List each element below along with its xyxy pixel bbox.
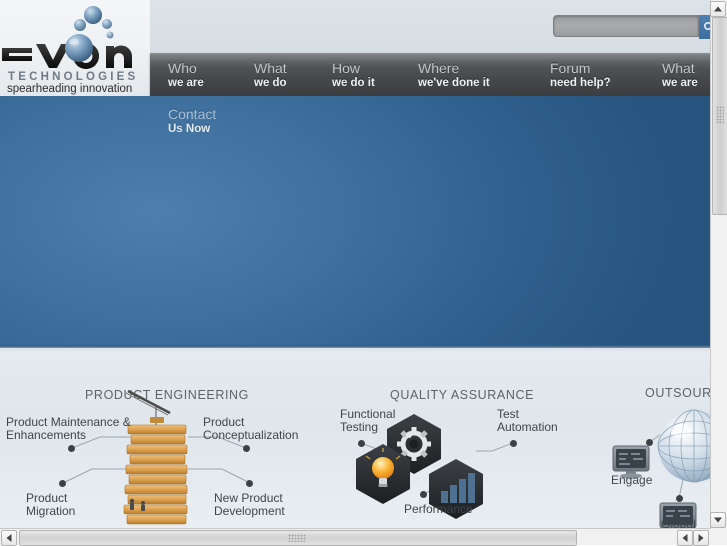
triangle-down-icon [714,518,722,523]
scrollbar-grip [288,534,306,542]
scroll-right-button[interactable] [693,530,709,546]
triangle-left-icon [683,534,688,542]
nav-item-what-1[interactable]: Whatwe do [254,54,287,90]
node-label-quality-assurance-1[interactable]: TestAutomation [497,408,558,434]
svg-text:spearheading innovation: spearheading innovation [7,83,132,95]
search-box [553,15,711,39]
nav-item-forum-4[interactable]: Forumneed help? [550,54,611,90]
node-label-product-engineering-3[interactable]: New ProductDevelopment [214,492,285,518]
node-label-outsourcing-0[interactable]: Engage [611,474,652,487]
site-logo[interactable]: TECHNOLOGIES spearheading innovation [0,0,150,97]
scroll-left-button[interactable] [1,530,17,546]
scrollbar-grip [716,106,724,124]
browser-viewport: TECHNOLOGIES spearheading innovation Who… [0,0,711,529]
node-dot-product-engineering-2 [59,480,66,487]
scroll-down-button[interactable] [710,512,726,528]
triangle-up-icon [714,7,722,12]
hero-banner: Contact Us Now [0,96,711,348]
search-input[interactable] [553,15,699,37]
triangle-left-icon [7,534,12,542]
scrollbar-corner [711,529,727,545]
node-dot-outsourcing-1 [676,495,683,502]
node-dot-quality-assurance-0 [358,440,365,447]
vertical-scrollbar[interactable] [710,0,727,529]
nav-item-label-top: What [662,61,698,76]
svg-text:TECHNOLOGIES: TECHNOLOGIES [8,71,138,83]
vertical-scrollbar-thumb[interactable] [712,17,727,215]
nav-item-label-top: Where [418,61,490,76]
services-infographic: PRODUCT ENGINEERING QUALITY ASSURANCE OU… [0,351,711,529]
node-label-quality-assurance-2[interactable]: Performance [404,503,473,516]
node-dot-quality-assurance-2 [420,491,427,498]
main-navigation: Whowe areWhatwe doHowwe do itWherewe've … [150,53,711,97]
node-dot-outsourcing-0 [646,439,653,446]
contact-label-top: Contact [168,106,216,122]
nav-item-label-top: Forum [550,61,611,76]
nav-item-where-3[interactable]: Wherewe've done it [418,54,490,90]
node-label-product-engineering-2[interactable]: ProductMigration [26,492,75,518]
node-label-product-engineering-1[interactable]: ProductConceptualization [203,416,298,442]
nav-item-label-top: How [332,61,375,76]
node-dot-quality-assurance-1 [510,440,517,447]
nav-item-label-bottom: we are [662,76,698,90]
contact-us-link[interactable]: Contact Us Now [168,106,216,136]
contact-label-bottom: Us Now [168,122,216,136]
nav-item-how-2[interactable]: Howwe do it [332,54,375,90]
node-label-quality-assurance-0[interactable]: FunctionalTesting [340,408,395,434]
triangle-right-icon [699,534,704,542]
node-label-product-engineering-0[interactable]: Product Maintenance &Enhancements [6,416,131,442]
scroll-up-button[interactable] [710,1,726,17]
nav-item-label-bottom: we do [254,76,287,90]
horizontal-scrollbar[interactable] [0,528,711,545]
node-dot-product-engineering-1 [243,445,250,452]
node-dot-product-engineering-3 [246,480,253,487]
nav-item-label-top: Who [168,61,204,76]
node-dot-product-engineering-0 [68,445,75,452]
horizontal-scrollbar-thumb[interactable] [19,530,577,546]
nav-item-label-bottom: need help? [550,76,611,90]
nav-item-label-bottom: we are [168,76,204,90]
nav-item-label-top: What [254,61,287,76]
nav-item-who-0[interactable]: Whowe are [168,54,204,90]
nav-item-label-bottom: we've done it [418,76,490,90]
nav-item-what-5[interactable]: Whatwe are [662,54,698,90]
nav-item-label-bottom: we do it [332,76,375,90]
scroll-left-button-2[interactable] [677,530,693,546]
